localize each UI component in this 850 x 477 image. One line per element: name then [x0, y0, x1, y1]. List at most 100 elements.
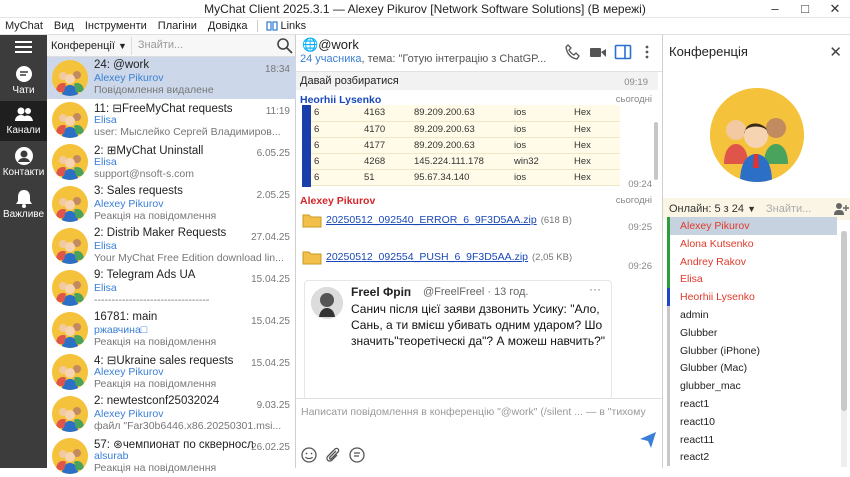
menu-tools[interactable]: Інструменти — [80, 20, 153, 32]
table-cell: Нeх — [571, 137, 620, 154]
member-item[interactable]: react2 — [667, 448, 837, 467]
menu-help[interactable]: Довідка — [203, 20, 254, 32]
list-item-message: Реакція на повідомлення — [94, 210, 217, 222]
maximize-button[interactable]: □ — [790, 0, 820, 18]
member-item[interactable]: Alona Kutsenko — [667, 234, 837, 253]
list-item[interactable]: 3: Sales requests Alexey Pikurov Реакція н… — [47, 183, 296, 225]
minimize-button[interactable]: – — [760, 0, 790, 18]
add-user-icon[interactable] — [833, 201, 849, 217]
close-window-button[interactable]: ✕ — [820, 0, 850, 18]
menu-divider — [256, 20, 258, 32]
feed-scrollbar[interactable] — [654, 122, 658, 180]
table-row: 6 4170 89.209.200.63 ios Нeх — [311, 121, 620, 138]
rail-item-contacts[interactable]: Контакти — [0, 143, 47, 183]
list-header: Конференції ▼ Знайти... — [47, 35, 295, 57]
list-item[interactable]: 2: Distrib Maker Requests Elisa Your MyCha… — [47, 225, 296, 267]
message-template-icon[interactable] — [348, 446, 366, 464]
list-item-message: --------------------------------- — [94, 294, 210, 306]
list-item-title: 24: @work — [94, 59, 150, 71]
list-item[interactable]: 2: newtestconf25032024 Alexey Pikurov файл… — [47, 393, 296, 435]
list-item-message: support@nsoft-s.com — [94, 168, 194, 180]
paperclip-icon[interactable] — [324, 446, 342, 464]
member-item[interactable]: Heorhii Lysenko — [667, 288, 837, 307]
hamburger-icon[interactable] — [15, 41, 32, 53]
member-item[interactable]: Glubber (iPhone) — [667, 341, 837, 360]
list-item[interactable]: 9: Telegram Ads UA Elisa -----------------… — [47, 267, 296, 309]
list-search-input[interactable]: Знайти... — [130, 36, 275, 55]
online-count[interactable]: Онлайн: 5 з 24 ▼ — [663, 203, 756, 215]
contact-icon — [14, 147, 33, 165]
sidebar-toggle-icon[interactable] — [614, 43, 632, 61]
table-row: 6 4268 145.224.111.178 win32 Нeх — [311, 153, 620, 170]
message-feed[interactable]: Давай розбиратися 09:19 Heorhii Lysenko … — [296, 72, 662, 398]
search-icon[interactable] — [275, 36, 295, 56]
member-list-scrollbar[interactable] — [841, 231, 847, 467]
users-icon — [14, 107, 33, 121]
member-item[interactable]: react1 — [667, 395, 837, 413]
panel-title: Конференція — [669, 44, 748, 59]
file-attachment[interactable]: 20250512_092554_PUSH_6_9F3D5AA.zip (2,05… — [302, 247, 572, 267]
list-item-message: Повідомлення видалене — [94, 84, 214, 96]
member-item[interactable]: Glubber — [667, 323, 837, 342]
tweet-more-icon[interactable]: ··· — [589, 282, 601, 296]
file-attachment[interactable]: 20250512_092540_ERROR_6_9F3D5AA.zip (618… — [302, 210, 572, 230]
filter-dropdown[interactable]: Конференції ▼ — [47, 40, 131, 52]
member-item[interactable]: glubber_mac — [667, 377, 837, 396]
more-icon[interactable] — [638, 43, 656, 61]
list-item[interactable]: 4: ⊟Ukraine sales requests Alexey Pikurov… — [47, 351, 296, 393]
tweet-text: Санич після цієї заяви дзвонить Усику: "… — [351, 302, 606, 348]
menu-mychat[interactable]: MyChat — [0, 20, 49, 32]
emoji-icon[interactable] — [300, 446, 318, 464]
list-item-user: Elisa — [94, 282, 117, 294]
rail-label-chats: Чати — [12, 85, 35, 96]
list-item[interactable]: 24: @work Alexey Pikurov Повідомлення вида… — [47, 57, 296, 99]
list-item[interactable]: 57: ⊛чемпионат по скверносл... alsurab Реа… — [47, 435, 296, 477]
member-item[interactable]: Glubber (Mac) — [667, 359, 837, 378]
member-item[interactable]: react11 — [667, 430, 837, 449]
video-icon[interactable] — [589, 43, 607, 61]
member-item[interactable]: Elisa — [667, 270, 837, 289]
message-input[interactable]: Написати повідомлення в конференцію "@wo… — [301, 406, 646, 418]
menu-plugins[interactable]: Плагіни — [153, 20, 203, 32]
list-item-time: 15.04.25 — [251, 316, 290, 327]
send-icon[interactable] — [639, 431, 657, 449]
table-cell: ios — [511, 169, 571, 186]
member-item[interactable]: react10 — [667, 412, 837, 431]
file-link[interactable]: 20250512_092554_PUSH_6_9F3D5AA.zip — [326, 251, 528, 263]
menu-bar: MyChat Вид Інструменти Плагіни Довідка L… — [0, 18, 850, 35]
list-item-title: 11: ⊟FreeMyChat requests — [94, 103, 233, 115]
table-cell: 145.224.111.178 — [411, 153, 511, 170]
message-author[interactable]: Alexey Pikurov — [300, 195, 375, 207]
table-cell: win32 — [511, 153, 571, 170]
menu-links[interactable]: Links — [261, 20, 313, 32]
rail-label-contacts: Контакти — [2, 167, 45, 178]
chat-subtitle[interactable]: 24 учасника, тема: "Готую інтеграцію з C… — [300, 53, 560, 65]
chevron-down-icon: ▼ — [117, 40, 127, 51]
message-table: 6 4163 89.209.200.63 ios Нeх 6 4170 89.209.200.… — [302, 105, 620, 187]
table-cell: Нeх — [571, 121, 620, 138]
member-search-input[interactable]: Знайти... — [766, 203, 811, 215]
list-item-user: Elisa — [94, 240, 117, 252]
member-count[interactable]: 24 учасника — [300, 53, 362, 65]
member-item[interactable]: Alexey Pikurov — [667, 217, 837, 235]
list-item[interactable]: 16781: main ржавчина□ Реакція на повідомле… — [47, 309, 296, 351]
rail-item-important[interactable]: Важливе — [0, 185, 47, 225]
member-item[interactable]: Andrey Rakov — [667, 252, 837, 271]
list-item[interactable]: 2: ⊞MyChat Uninstall Elisa support@nsoft-s… — [47, 141, 296, 183]
table-cell: ios — [511, 137, 571, 154]
table-cell: 6 — [311, 137, 361, 154]
tweet-embed[interactable]: Freel Фріп @FreelFreel · 13 год. ··· Сан… — [304, 280, 612, 398]
avatar — [52, 396, 88, 432]
rail-item-channels[interactable]: Канали — [0, 101, 47, 141]
list-item-time: 9.03.25 — [256, 400, 290, 411]
list-item-time: 15.04.25 — [251, 274, 290, 285]
menu-view[interactable]: Вид — [49, 20, 80, 32]
close-icon[interactable]: ✕ — [829, 43, 842, 61]
phone-icon[interactable] — [564, 43, 582, 61]
list-item-title: 57: ⊛чемпионат по скверносл... — [94, 439, 254, 451]
rail-item-chats[interactable]: Чати — [0, 61, 47, 101]
folder-icon — [302, 251, 322, 265]
list-item[interactable]: 11: ⊟FreeMyChat requests Elisa user: Мысле… — [47, 99, 296, 141]
member-item[interactable]: admin — [667, 306, 837, 324]
file-link[interactable]: 20250512_092540_ERROR_6_9F3D5AA.zip — [326, 214, 537, 226]
